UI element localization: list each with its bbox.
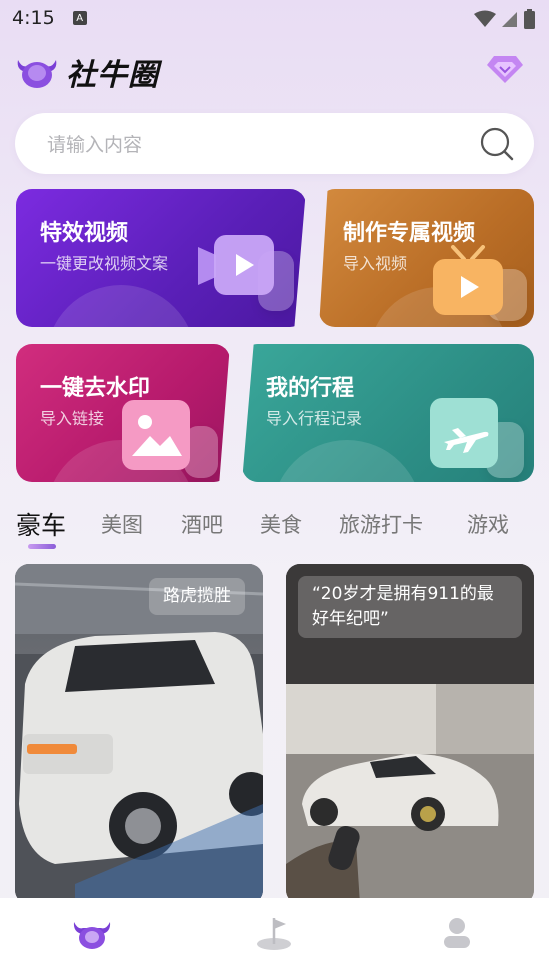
caption-line: 好年纪吧”: [312, 609, 389, 629]
card-subtitle: 导入视频: [343, 254, 408, 273]
search-bar[interactable]: 请输入内容: [15, 113, 534, 174]
video-camera-icon: [198, 235, 274, 295]
caption-line: “20岁才是拥有911的最: [312, 584, 494, 604]
post-card[interactable]: “20岁才是拥有911的最 好年纪吧”: [286, 564, 534, 904]
tv-icon: [433, 245, 503, 315]
post-caption: 路虎揽胜: [149, 578, 245, 615]
card-subtitle: 一键更改视频文案: [40, 254, 169, 273]
tab-luxury-car[interactable]: 豪车: [16, 506, 66, 542]
airplane-icon: [430, 398, 498, 468]
status-time: 4:15: [12, 7, 55, 29]
status-icons: [474, 9, 535, 29]
caption-text: 路虎揽胜: [163, 586, 231, 606]
card-decor: [272, 440, 422, 482]
status-bar: 4:15 A: [0, 0, 549, 36]
app-header: 社牛圈: [14, 48, 534, 93]
remove-watermark-card[interactable]: 一键去水印 导入链接: [16, 344, 230, 482]
card-subtitle: 导入行程记录: [266, 409, 363, 428]
tab-food[interactable]: 美食: [260, 509, 302, 539]
card-decor: [46, 285, 196, 327]
signal-icon: [502, 12, 517, 27]
my-trip-card[interactable]: 我的行程 导入行程记录: [242, 344, 534, 482]
diamond-vip-icon[interactable]: [486, 50, 524, 86]
effects-video-card[interactable]: 特效视频 一键更改视频文案: [16, 189, 306, 327]
tab-games[interactable]: 游戏: [467, 509, 509, 539]
search-input[interactable]: 请输入内容: [47, 130, 142, 157]
nav-golf-flag-icon[interactable]: [255, 916, 293, 952]
tab-bar[interactable]: 酒吧: [181, 509, 223, 539]
bull-logo-icon: [17, 60, 57, 88]
search-icon[interactable]: [480, 127, 514, 161]
tab-travel-checkin[interactable]: 旅游打卡: [339, 509, 423, 539]
card-title: 一键去水印: [40, 376, 151, 401]
battery-icon: [524, 9, 535, 29]
make-video-card[interactable]: 制作专属视频 导入视频: [319, 189, 534, 327]
notification-icon: A: [72, 11, 87, 25]
image-icon: [122, 400, 190, 470]
post-card[interactable]: 路虎揽胜: [15, 564, 263, 904]
post-image: [15, 564, 263, 904]
category-tabs: 豪车 美图 酒吧 美食 旅游打卡 游戏: [16, 505, 536, 555]
wifi-icon: [474, 10, 496, 27]
card-title: 特效视频: [40, 221, 129, 246]
card-title: 制作专属视频: [343, 221, 476, 246]
nav-home-bull-icon[interactable]: [72, 916, 112, 950]
nav-profile-icon[interactable]: [442, 916, 472, 950]
card-title: 我的行程: [266, 376, 355, 401]
tab-photos[interactable]: 美图: [101, 509, 143, 539]
active-tab-indicator: [28, 544, 56, 549]
app-name: 社牛圈: [66, 58, 159, 93]
post-caption: “20岁才是拥有911的最 好年纪吧”: [298, 576, 522, 638]
bottom-navigation: [0, 898, 549, 976]
card-subtitle: 导入链接: [40, 409, 105, 428]
